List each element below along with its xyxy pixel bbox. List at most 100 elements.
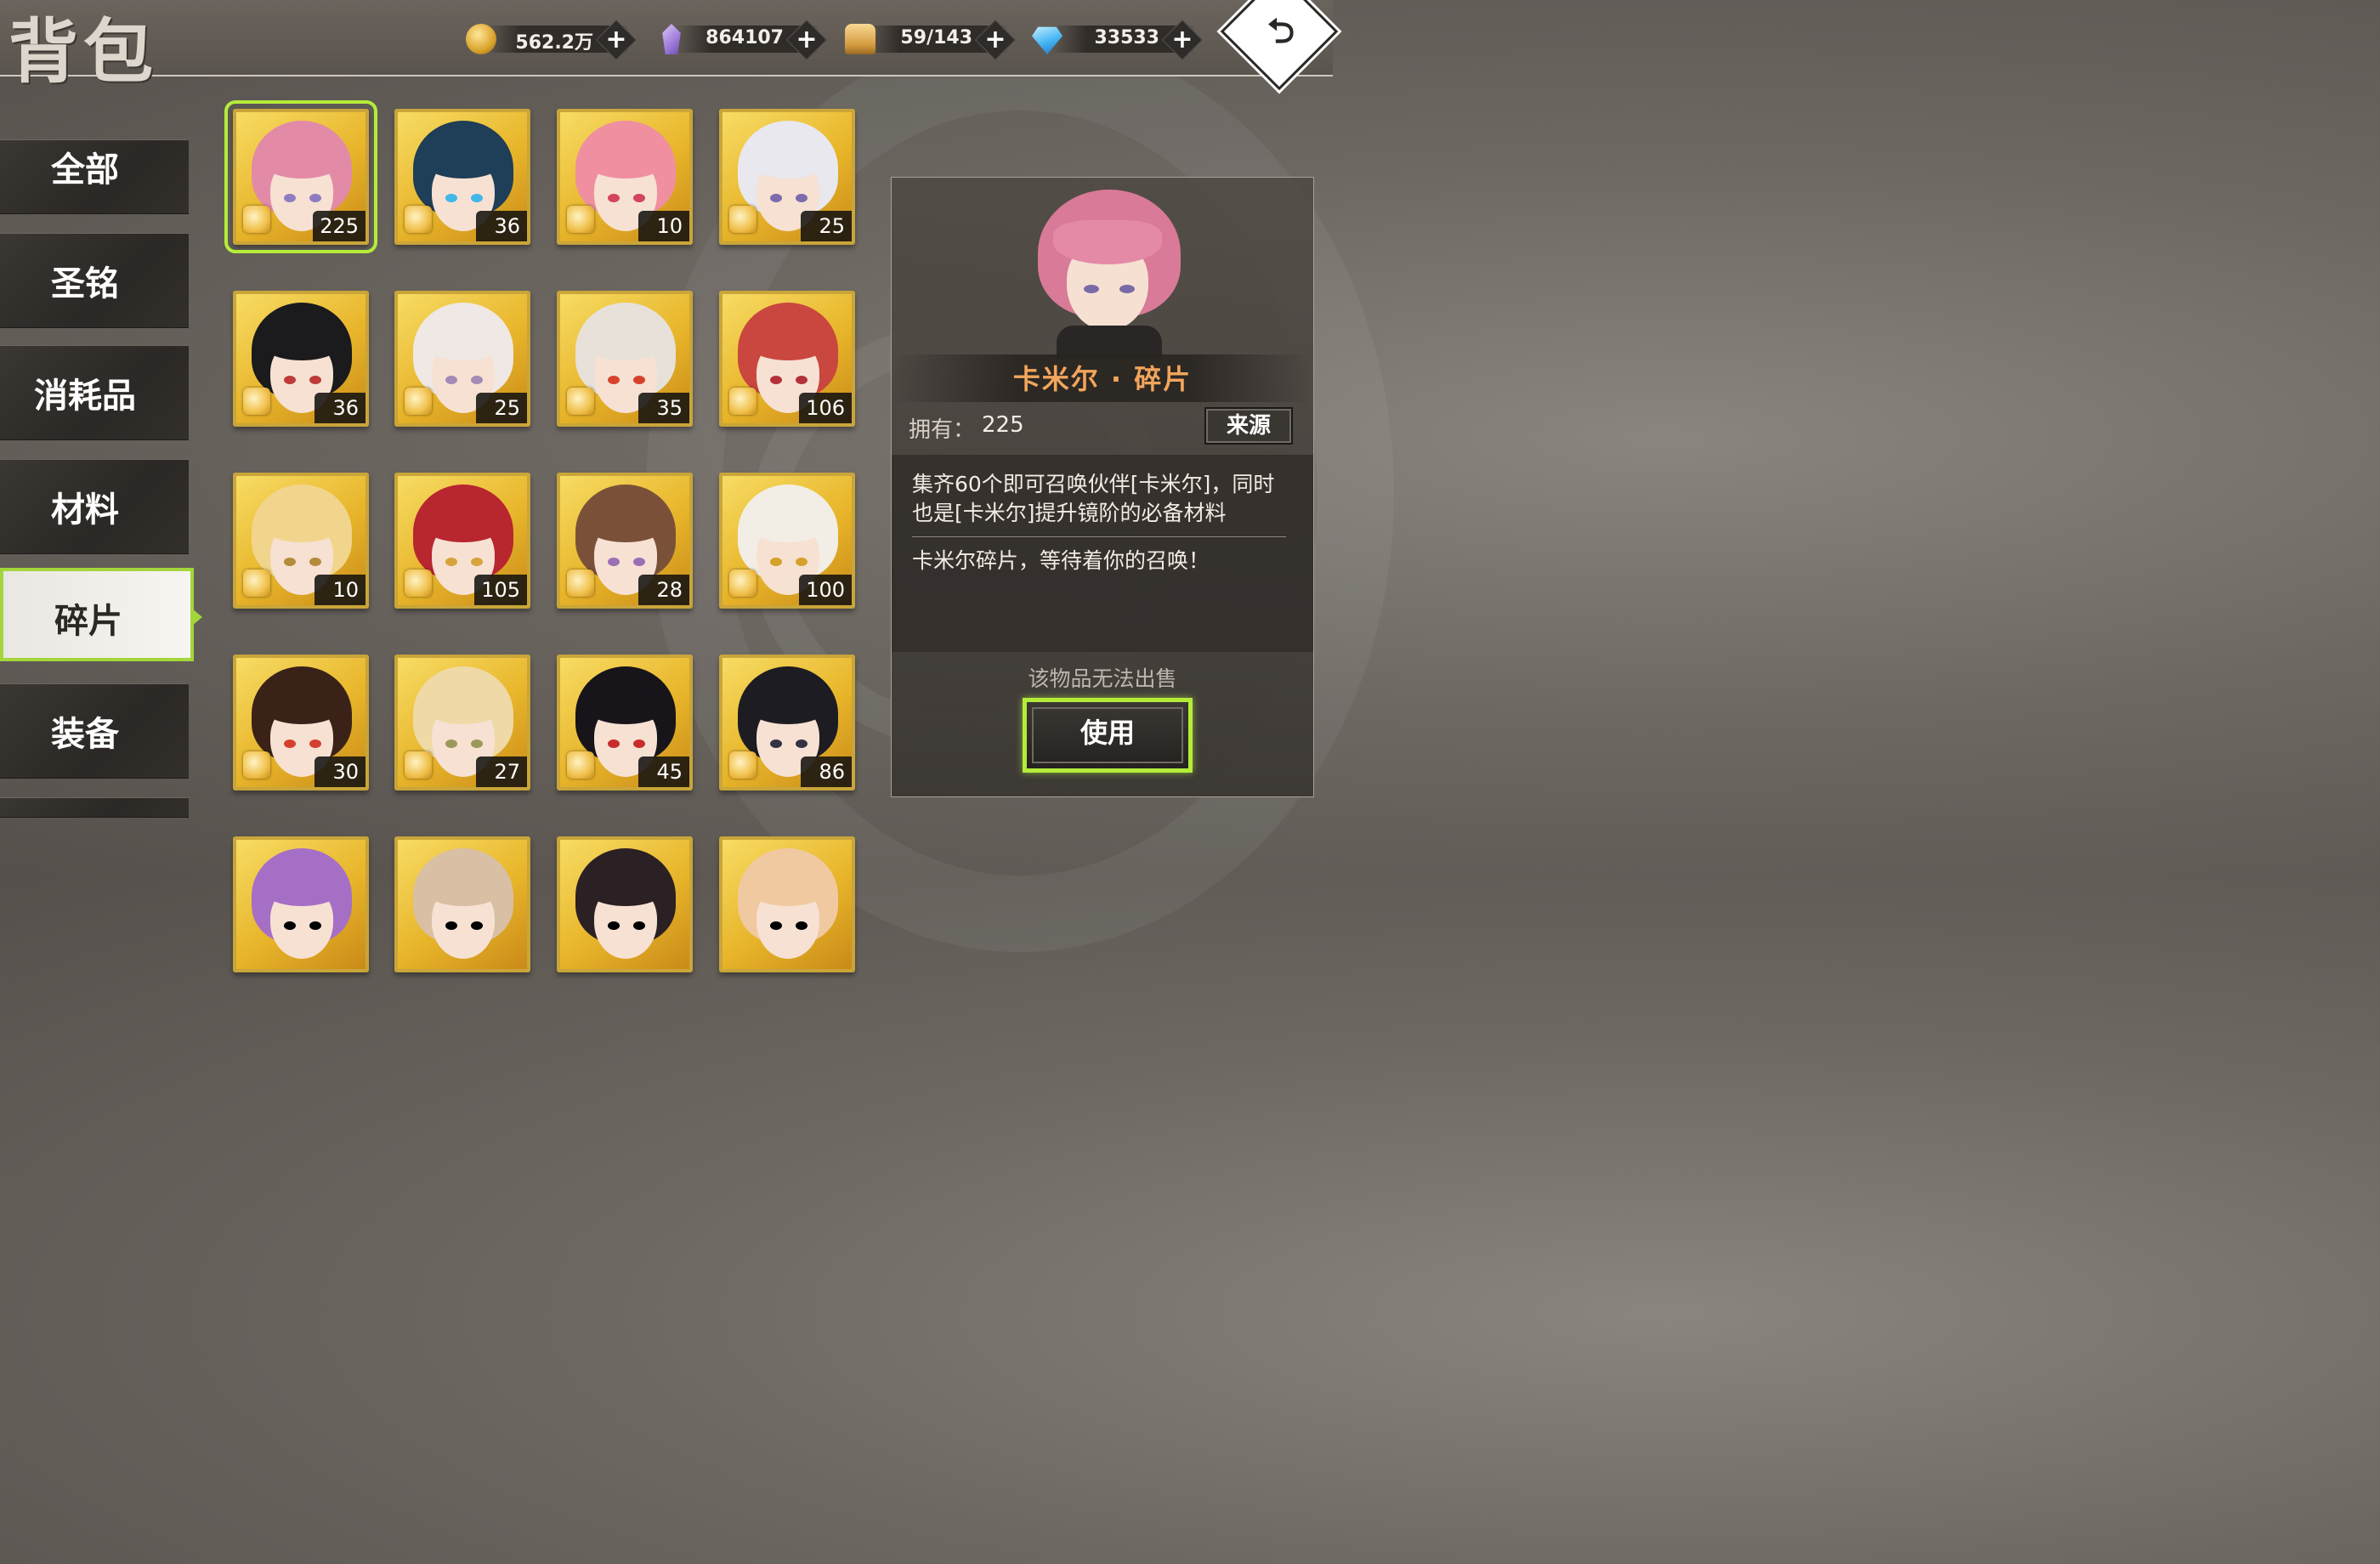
owned-label: 拥有： — [909, 417, 976, 443]
fragment-slot[interactable]: 86 — [719, 654, 855, 790]
fragment-slot[interactable] — [557, 836, 693, 972]
puzzle-piece-icon — [729, 206, 756, 233]
fragment-count: 106 — [799, 393, 852, 423]
portrait-eye — [471, 194, 483, 202]
portrait-eye — [309, 376, 321, 384]
fragment-slot[interactable]: 28 — [557, 473, 693, 609]
portrait-eye — [284, 376, 296, 384]
portrait-eye — [796, 194, 808, 202]
add-stamina-button[interactable]: + — [974, 19, 1017, 61]
item-name: 卡米尔 · 碎片 — [1012, 363, 1193, 395]
puzzle-piece-icon — [567, 388, 594, 415]
portrait-eye — [309, 740, 321, 748]
portrait-eye — [608, 558, 620, 566]
portrait-eye — [284, 194, 296, 202]
sidebar-item-inscription[interactable]: 圣铭 — [0, 233, 189, 328]
active-indicator-arrow — [192, 609, 202, 626]
sidebar-item-label: 材料 — [34, 482, 141, 536]
puzzle-piece-icon — [405, 570, 432, 597]
portrait-eye — [608, 376, 620, 384]
portrait-bangs — [423, 690, 503, 724]
resource-gold: 562.2万 + — [466, 19, 638, 61]
fragment-count: 30 — [314, 756, 366, 787]
add-diamond-button[interactable]: + — [1161, 19, 1204, 61]
source-button[interactable]: 来源 — [1204, 407, 1293, 445]
portrait-eye — [770, 921, 782, 930]
fragment-count: 225 — [313, 211, 366, 241]
resource-diamond: 33533 + — [1032, 19, 1204, 61]
portrait-eye — [796, 740, 808, 748]
fragment-count: 45 — [638, 756, 689, 787]
fragment-slot[interactable]: 10 — [233, 473, 369, 609]
fragment-count: 35 — [638, 393, 689, 423]
fragment-slot[interactable]: 25 — [394, 291, 530, 427]
sidebar-item-fragments[interactable]: 碎片 — [0, 568, 202, 661]
add-crystal-button[interactable]: + — [785, 19, 828, 61]
portrait-bangs — [262, 508, 342, 542]
fragment-slot[interactable]: 105 — [394, 473, 530, 609]
portrait-eye — [309, 194, 321, 202]
description-divider — [912, 536, 1286, 537]
plus-icon: + — [984, 25, 1006, 54]
item-flavor-text: 卡米尔碎片，等待着你的召唤！ — [912, 548, 1210, 573]
fragment-slot[interactable]: 25 — [719, 109, 855, 245]
portrait-eye — [770, 194, 782, 202]
page-title: 背包 — [8, 11, 159, 93]
top-bar: 背包 562.2万 + 864107 + 59/143 + 33533 + ⮌ — [0, 0, 1339, 93]
fragment-slot[interactable] — [394, 836, 530, 972]
use-button[interactable]: 使用 — [1023, 698, 1193, 773]
portrait-bangs — [748, 508, 828, 542]
portrait-eye — [633, 740, 645, 748]
portrait-eye — [633, 376, 645, 384]
portrait-eye — [284, 740, 296, 748]
sidebar-item-more[interactable] — [0, 797, 189, 818]
fragment-slot[interactable]: 27 — [394, 654, 530, 790]
fragment-slot[interactable]: 35 — [557, 291, 693, 427]
stamina-value: 59/143 — [900, 27, 972, 48]
fragment-slot[interactable] — [719, 836, 855, 972]
fragment-count: 10 — [314, 575, 366, 605]
fragment-slot[interactable]: 45 — [557, 654, 693, 790]
add-gold-button[interactable]: + — [595, 19, 638, 61]
character-portrait — [575, 848, 676, 969]
portrait-eye — [796, 558, 808, 566]
portrait-eye — [796, 376, 808, 384]
puzzle-piece-icon — [243, 206, 270, 233]
sidebar-item-label: 碎片 — [37, 593, 144, 648]
fragment-slot[interactable]: 36 — [394, 109, 530, 245]
portrait-eye — [770, 740, 782, 748]
sidebar-item-equipment[interactable]: 装备 — [0, 683, 189, 779]
sidebar-item-materials[interactable]: 材料 — [0, 459, 189, 554]
portrait-bangs — [423, 508, 503, 542]
fragment-slot[interactable]: 36 — [233, 291, 369, 427]
character-portrait — [738, 848, 838, 969]
portrait-eye — [445, 921, 457, 930]
puzzle-piece-icon — [405, 388, 432, 415]
fragment-slot[interactable]: 100 — [719, 473, 855, 609]
fragment-slot[interactable]: 10 — [557, 109, 693, 245]
portrait-bangs — [262, 144, 342, 178]
portrait-eye — [445, 558, 457, 566]
puzzle-piece-icon — [729, 388, 756, 415]
portrait-eye — [471, 376, 483, 384]
back-button[interactable]: ⮌ — [1220, 0, 1339, 91]
fragment-slot[interactable]: 106 — [719, 291, 855, 427]
puzzle-piece-icon — [567, 570, 594, 597]
portrait-eye — [284, 558, 296, 566]
fragment-count: 36 — [476, 211, 527, 241]
back-arrow-icon: ⮌ — [1266, 12, 1295, 51]
fragment-slot[interactable]: 225 — [224, 100, 377, 253]
puzzle-piece-icon — [243, 751, 270, 779]
sidebar-item-all[interactable]: 全部 — [0, 139, 189, 214]
portrait-eye — [608, 740, 620, 748]
sidebar-item-consumables[interactable]: 消耗品 — [0, 345, 189, 440]
fragment-slot[interactable] — [233, 836, 369, 972]
portrait-bangs — [748, 326, 828, 360]
diamond-value: 33533 — [1094, 27, 1159, 48]
fragment-count: 27 — [476, 756, 527, 787]
fragment-slot[interactable]: 30 — [233, 654, 369, 790]
character-portrait — [252, 848, 352, 969]
portrait-eye — [608, 921, 620, 930]
portrait-eye — [471, 740, 483, 748]
puzzle-piece-icon — [405, 751, 432, 779]
